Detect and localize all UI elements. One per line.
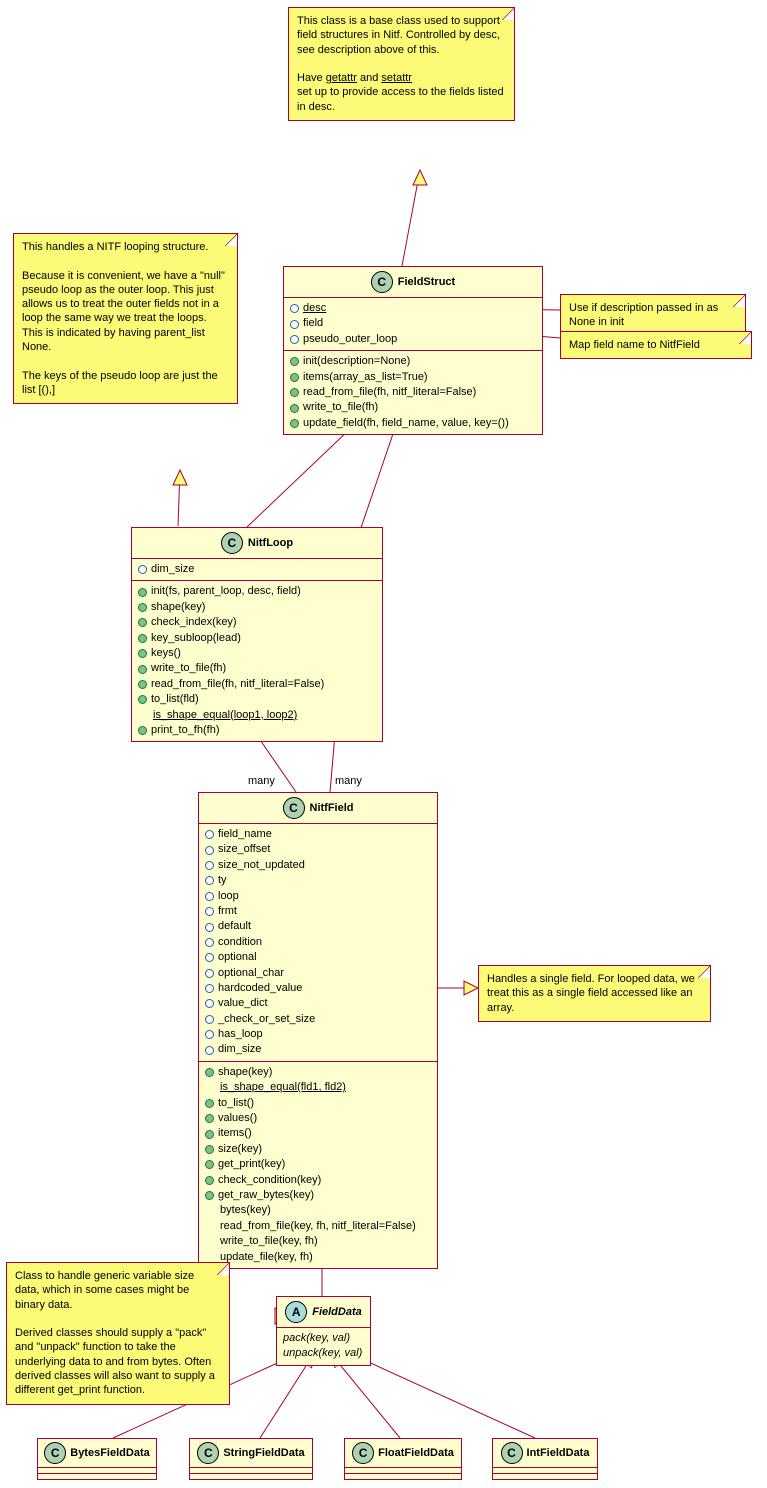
class-name: NitfLoop [248,537,293,549]
class-bytesfielddata: CBytesFieldData [37,1438,157,1480]
class-nitfloop: CNitfLoop dim_size init(fs, parent_loop,… [131,527,383,742]
note-fielddata: Class to handle generic variable size da… [6,1262,230,1405]
label-many: many [248,775,275,787]
class-floatfielddata: CFloatFieldData [344,1438,462,1480]
class-nitffield: CNitfField field_name size_offset size_n… [198,792,438,1269]
class-fieldstruct: CFieldStruct desc field pseudo_outer_loo… [283,266,543,435]
class-icon: C [197,1442,219,1464]
label-many: many [335,775,362,787]
class-icon: C [371,271,393,293]
class-icon: C [221,532,243,554]
note-fieldstruct: This class is a base class used to suppo… [288,7,515,121]
class-icon: C [352,1442,374,1464]
note-nitfloop: This handles a NITF looping structure. B… [13,233,238,404]
class-intfielddata: CIntFieldData [492,1438,598,1480]
class-icon: C [283,797,305,819]
class-name: FieldStruct [398,276,455,288]
note-field: Map field name to NitfField [560,331,752,359]
note-text: This class is a base class used to suppo… [297,14,506,57]
class-name: NitfField [310,802,354,814]
class-stringfielddata: CStringFieldData [189,1438,313,1480]
class-fielddata: AFieldData pack(key, val) unpack(key, va… [276,1296,371,1366]
class-icon: C [501,1442,523,1464]
class-name: FieldData [312,1306,362,1318]
note-nitffield: Handles a single field. For looped data,… [478,965,711,1022]
class-icon: C [44,1442,66,1464]
abstract-icon: A [285,1301,307,1323]
